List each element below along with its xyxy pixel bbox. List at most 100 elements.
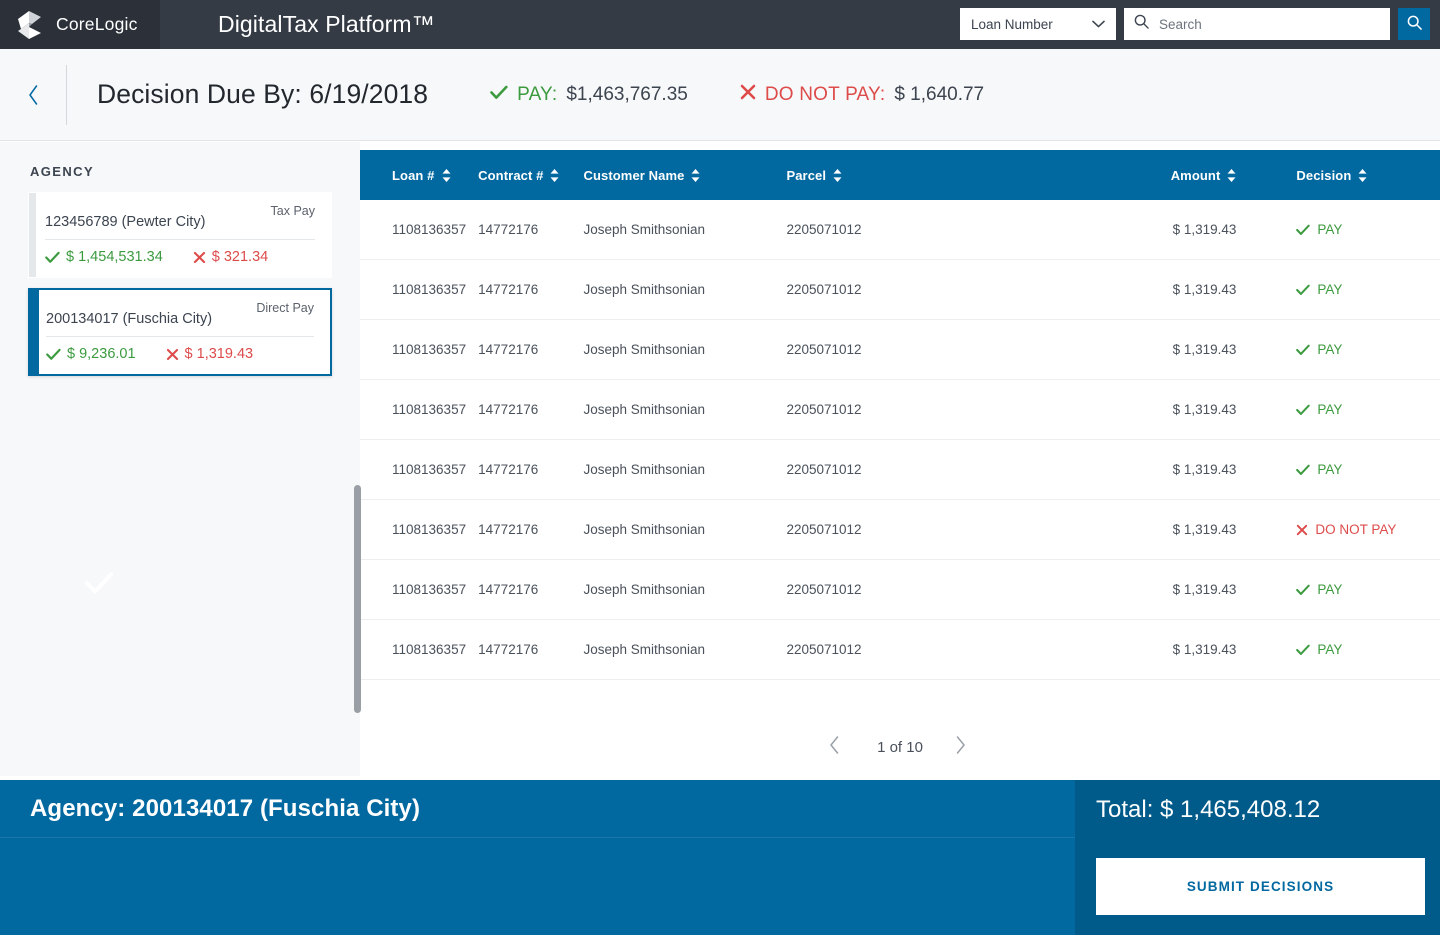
cell-decision[interactable]: PAY — [1286, 282, 1440, 297]
cell-loan: 1108136357 — [392, 282, 467, 297]
cell-parcel: 2205071012 — [786, 642, 862, 657]
search-input[interactable] — [1159, 16, 1369, 32]
decision-label: PAY — [1317, 222, 1343, 237]
decision-badge[interactable]: PAY — [1296, 582, 1440, 597]
cell-loan: 1108136357 — [392, 402, 467, 417]
search-field-wrapper[interactable] — [1124, 8, 1390, 40]
bottom-bar-right-panel: Total: $ 1,465,408.12 SUBMIT DECISIONS — [1075, 780, 1440, 935]
table-scrollbar-thumb[interactable] — [354, 485, 361, 713]
decision-badge[interactable]: DO NOT PAY — [1296, 522, 1440, 537]
pay-amount: $1,463,767.35 — [566, 83, 688, 105]
cell-amount: $ 1,319.43 — [1172, 402, 1237, 417]
cell-decision[interactable]: PAY — [1286, 222, 1440, 237]
table-row[interactable]: 1108136357 14772176 Joseph Smithsonian 2205… — [360, 260, 1440, 320]
cell-parcel: 2205071012 — [786, 522, 862, 537]
pagination-next-button[interactable] — [955, 736, 971, 758]
header-divider — [66, 64, 67, 125]
agency-pay-type-tag: Tax Pay — [270, 204, 315, 218]
pay-label: PAY: — [517, 83, 558, 105]
agency-pay-amount: $ 9,236.01 — [46, 346, 136, 362]
table-footer-spacer — [360, 680, 1440, 722]
column-header-loan[interactable]: Loan # — [360, 168, 478, 183]
table-row[interactable]: 1108136357 14772176 Joseph Smithsonian 2205… — [360, 620, 1440, 680]
cell-decision[interactable]: PAY — [1286, 462, 1440, 477]
brand-name: CoreLogic — [56, 14, 138, 34]
pagination-prev-button[interactable] — [829, 736, 845, 758]
bottom-action-bar: Agency: 200134017 (Fuschia City) Total: … — [0, 780, 1440, 935]
table-scrollbar[interactable] — [354, 485, 361, 713]
cell-amount: $ 1,319.43 — [1172, 222, 1237, 237]
chevron-left-icon — [830, 736, 839, 754]
cell-amount: $ 1,319.43 — [1172, 462, 1237, 477]
top-navigation-bar: CoreLogic DigitalTax Platform™ Loan Numb… — [0, 0, 1440, 49]
decision-badge[interactable]: PAY — [1296, 642, 1440, 657]
check-icon — [1296, 584, 1311, 595]
search-scope-select[interactable]: Loan Number — [960, 8, 1116, 40]
column-header-contract[interactable]: Contract # — [478, 168, 583, 183]
agency-section-heading: AGENCY — [30, 164, 95, 179]
cell-loan: 1108136357 — [392, 462, 467, 477]
cell-contract: 14772176 — [478, 522, 539, 537]
app-title: DigitalTax Platform™ — [218, 11, 435, 37]
cell-amount: $ 1,319.43 — [1172, 282, 1237, 297]
header-search-area: Loan Number — [960, 8, 1430, 40]
sort-arrows-icon — [833, 168, 842, 182]
page-title: Decision Due By: 6/19/2018 — [97, 79, 429, 109]
cell-loan: 1108136357 — [392, 582, 467, 597]
table-row[interactable]: 1108136357 14772176 Joseph Smithsonian 2205… — [360, 440, 1440, 500]
cell-parcel: 2205071012 — [786, 342, 862, 357]
search-submit-button[interactable] — [1398, 8, 1430, 40]
table-row[interactable]: 1108136357 14772176 Joseph Smithsonian 2205… — [360, 320, 1440, 380]
submit-decisions-button[interactable]: SUBMIT DECISIONS — [1096, 858, 1425, 915]
chevron-down-icon — [1092, 20, 1105, 28]
column-header-parcel[interactable]: Parcel — [786, 168, 1073, 183]
agency-sidebar: AGENCY 123456789 (Pewter City) Tax Pay $ 1… — [0, 142, 360, 776]
cell-amount: $ 1,319.43 — [1172, 522, 1237, 537]
decision-badge[interactable]: PAY — [1296, 342, 1440, 357]
back-button[interactable] — [0, 49, 66, 141]
cell-contract: 14772176 — [478, 222, 539, 237]
check-icon — [490, 85, 508, 105]
brand-area[interactable]: CoreLogic — [0, 0, 160, 49]
table-row[interactable]: 1108136357 14772176 Joseph Smithsonian 2205… — [360, 560, 1440, 620]
cell-parcel: 2205071012 — [786, 282, 862, 297]
header-do-not-pay-total: DO NOT PAY: $ 1,640.77 — [740, 84, 984, 106]
cell-customer-name: Joseph Smithsonian — [583, 342, 706, 357]
decision-badge[interactable]: PAY — [1296, 462, 1440, 477]
decision-badge[interactable]: PAY — [1296, 282, 1440, 297]
cell-decision[interactable]: DO NOT PAY — [1286, 522, 1440, 537]
table-header-row: Loan # Contract # Customer Name Parcel Amoun… — [360, 150, 1440, 200]
chevron-right-icon — [956, 736, 965, 754]
column-header-amount[interactable]: Amount — [1074, 168, 1287, 183]
check-icon — [45, 251, 60, 263]
corelogic-logo-icon — [18, 10, 45, 39]
column-header-decision[interactable]: Decision — [1286, 168, 1440, 183]
bottom-bar-agency-label: Agency: 200134017 (Fuschia City) — [30, 794, 421, 822]
cell-customer-name: Joseph Smithsonian — [583, 282, 706, 297]
decision-badge[interactable]: PAY — [1296, 222, 1440, 237]
column-header-customer[interactable]: Customer Name — [583, 168, 786, 183]
cell-contract: 14772176 — [478, 642, 539, 657]
cell-contract: 14772176 — [478, 462, 539, 477]
cell-customer-name: Joseph Smithsonian — [583, 642, 706, 657]
cell-decision[interactable]: PAY — [1286, 342, 1440, 357]
column-header-label: Decision — [1296, 167, 1352, 183]
page-subheader: Decision Due By: 6/19/2018 PAY: $1,463,7… — [0, 49, 1440, 141]
bottom-bar-agency-row: Agency: 200134017 (Fuschia City) — [0, 780, 1075, 838]
cell-decision[interactable]: PAY — [1286, 402, 1440, 417]
agency-card[interactable]: 200134017 (Fuschia City) Direct Pay $ 9,23… — [28, 288, 332, 376]
column-header-label: Amount — [1170, 167, 1221, 183]
agency-pay-amount: $ 1,454,531.34 — [45, 249, 163, 265]
table-row[interactable]: 1108136357 14772176 Joseph Smithsonian 2205… — [360, 500, 1440, 560]
cell-decision[interactable]: PAY — [1286, 582, 1440, 597]
cell-contract: 14772176 — [478, 402, 539, 417]
cell-decision[interactable]: PAY — [1286, 642, 1440, 657]
decision-badge[interactable]: PAY — [1296, 402, 1440, 417]
cell-customer-name: Joseph Smithsonian — [583, 522, 706, 537]
search-scope-value: Loan Number — [971, 16, 1053, 32]
agency-card[interactable]: 123456789 (Pewter City) Tax Pay $ 1,454,53… — [28, 192, 332, 278]
cell-customer-name: Joseph Smithsonian — [583, 582, 706, 597]
table-row[interactable]: 1108136357 14772176 Joseph Smithsonian 2205… — [360, 200, 1440, 260]
agency-do-not-pay-amount-text: $ 1,319.43 — [184, 346, 254, 362]
table-row[interactable]: 1108136357 14772176 Joseph Smithsonian 2205… — [360, 380, 1440, 440]
